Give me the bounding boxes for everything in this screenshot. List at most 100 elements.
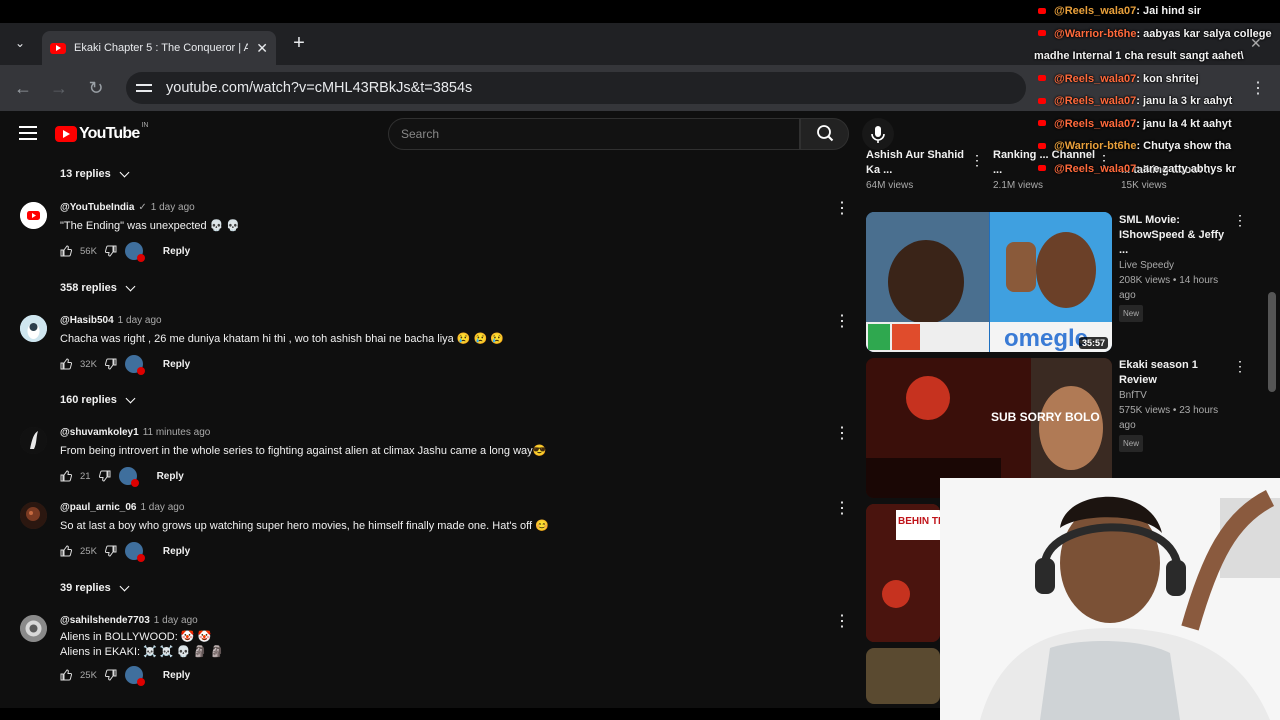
like-icon[interactable]: [60, 669, 72, 681]
replies-toggle[interactable]: 39 replies: [60, 581, 130, 594]
video-menu-icon[interactable]: ⋮: [1233, 358, 1247, 375]
video-menu-icon[interactable]: ⋮: [970, 152, 984, 169]
hamburger-menu-icon[interactable]: [19, 126, 37, 140]
video-meta: 575K views • 23 hours ago: [1119, 405, 1219, 431]
comment-author[interactable]: @shuvamkoley1: [60, 427, 139, 438]
reload-icon[interactable]: ↻: [83, 75, 109, 101]
voice-search-button[interactable]: [862, 118, 894, 150]
browser-tab[interactable]: Ekaki Chapter 5 : The Conqueror | Ash ✕: [42, 31, 276, 65]
chat-user: @Reels_wala07: [1054, 5, 1137, 17]
video-meta: 208K views • 14 hours ago: [1119, 275, 1219, 301]
chat-user: @Reels_wala07: [1054, 117, 1137, 130]
comment-time[interactable]: 1 day ago: [118, 315, 162, 326]
comment-author[interactable]: @sahilshende7703: [60, 615, 150, 626]
comment-menu-icon[interactable]: ⋮: [834, 613, 850, 631]
country-code: IN: [141, 122, 149, 129]
replies-toggle[interactable]: 13 replies: [60, 167, 130, 180]
video-menu-icon[interactable]: ⋮: [1233, 212, 1247, 229]
sidebar-video-info[interactable]: Ekaki season 1 Review BnfTV 575K views •…: [1119, 358, 1231, 452]
chat-text: : are zatty abhys kr: [1136, 162, 1236, 175]
close-icon[interactable]: ✕: [1250, 35, 1262, 52]
like-count: 25K: [80, 545, 97, 557]
video-thumbnail[interactable]: BEHIN THE SCE: [866, 504, 940, 642]
video-channel[interactable]: Live Speedy: [1119, 258, 1231, 273]
comment-author[interactable]: @paul_arnic_06: [60, 502, 136, 513]
chat-message: @Reels_wala07: janu la 3 kr aahyt: [1032, 90, 1280, 113]
dislike-icon[interactable]: [104, 669, 117, 681]
dislike-icon[interactable]: [104, 245, 117, 257]
thumbnail-text: BEHIN THE SCE: [898, 516, 940, 527]
like-count: 25K: [80, 669, 97, 681]
video-thumbnail[interactable]: omegle 35:57: [866, 212, 1112, 352]
video-title[interactable]: SML Movie: IShowSpeed & Jeffy ...: [1119, 213, 1231, 258]
comment-time[interactable]: 1 day ago: [140, 502, 184, 513]
replies-toggle[interactable]: 160 replies: [60, 393, 136, 406]
forward-arrow-icon[interactable]: →: [46, 75, 72, 101]
like-icon[interactable]: [60, 470, 72, 482]
dislike-icon[interactable]: [104, 358, 117, 370]
reply-button[interactable]: Reply: [163, 670, 190, 681]
back-arrow-icon[interactable]: ←: [10, 75, 36, 101]
video-thumbnail[interactable]: SUB SORRY BOLO: [866, 358, 1112, 498]
reply-button[interactable]: Reply: [163, 246, 190, 257]
video-thumbnail[interactable]: [866, 648, 940, 704]
search-button[interactable]: [800, 118, 849, 150]
youtube-logo[interactable]: YouTube IN: [55, 122, 149, 143]
comment-menu-icon[interactable]: ⋮: [834, 313, 850, 331]
avatar[interactable]: [20, 315, 47, 342]
like-icon[interactable]: [60, 545, 72, 557]
new-badge: New: [1119, 305, 1144, 322]
replies-count: 13 replies: [60, 168, 111, 180]
site-settings-icon[interactable]: [136, 81, 152, 95]
replies-count: 160 replies: [60, 394, 117, 406]
replies-toggle[interactable]: 358 replies: [60, 281, 136, 294]
url-text[interactable]: youtube.com/watch?v=cMHL43RBkJs&t=3854s: [166, 80, 472, 96]
scrollbar[interactable]: [1268, 292, 1276, 392]
chat-text: : janu la 3 kr aahyt: [1136, 95, 1233, 107]
sidebar-video-info[interactable]: Ashish Aur Shahid Ka ... 64M views: [866, 148, 966, 193]
sidebar-video-info[interactable]: SML Movie: IShowSpeed & Jeffy ... Live S…: [1119, 213, 1231, 322]
like-count: 56K: [80, 245, 97, 257]
chat-message: @Warrior-bt6he: Chutya show tha: [1032, 135, 1280, 158]
reply-button[interactable]: Reply: [163, 359, 190, 370]
reply-button[interactable]: Reply: [157, 471, 184, 482]
comment-text: So at last a boy who grows up watching s…: [60, 520, 549, 532]
chat-user: @Reels_wala07: [1054, 162, 1137, 175]
chat-text: : janu la 4 kt aahyt: [1136, 117, 1232, 130]
avatar[interactable]: [20, 615, 47, 642]
video-title[interactable]: Ashish Aur Shahid Ka ...: [866, 148, 966, 178]
comment-time[interactable]: 11 minutes ago: [143, 427, 211, 438]
bottom-strip: [0, 708, 940, 720]
chevron-down-icon: [119, 167, 130, 177]
like-count: 21: [80, 470, 91, 482]
tab-close-icon[interactable]: ✕: [256, 40, 268, 57]
omnibox[interactable]: youtube.com/watch?v=cMHL43RBkJs&t=3854s: [126, 72, 1026, 104]
comment-author[interactable]: @Hasib504: [60, 315, 114, 326]
video-views: 64M views: [866, 180, 914, 191]
comment-time[interactable]: 1 day ago: [151, 202, 195, 213]
comment-menu-icon[interactable]: ⋮: [834, 500, 850, 518]
dislike-icon[interactable]: [104, 545, 117, 557]
tab-search-dropdown-icon[interactable]: ⌄: [8, 31, 32, 55]
creator-heart-avatar: [118, 467, 139, 487]
avatar[interactable]: [20, 427, 47, 454]
replies-count: 39 replies: [60, 582, 111, 594]
comment-menu-icon[interactable]: ⋮: [834, 425, 850, 443]
avatar[interactable]: [20, 502, 47, 529]
comment-author[interactable]: @YouTubeIndia: [60, 202, 134, 213]
creator-heart-avatar: [124, 242, 145, 262]
new-tab-icon[interactable]: +: [288, 33, 310, 55]
dislike-icon[interactable]: [98, 470, 111, 482]
search-input[interactable]: Search: [388, 118, 800, 150]
youtube-wordmark: YouTube: [79, 125, 140, 142]
like-icon[interactable]: [60, 245, 72, 257]
comment-menu-icon[interactable]: ⋮: [834, 200, 850, 218]
microphone-icon: [871, 126, 885, 143]
video-title[interactable]: Ekaki season 1 Review: [1119, 358, 1231, 388]
like-icon[interactable]: [60, 358, 72, 370]
live-chat-overlay: @Reels_wala07: Jai hind sir @Warrior-bt6…: [1032, 0, 1280, 175]
comment-time[interactable]: 1 day ago: [154, 615, 198, 626]
video-channel[interactable]: BnfTV: [1119, 388, 1231, 403]
reply-button[interactable]: Reply: [163, 546, 190, 557]
avatar[interactable]: [20, 202, 47, 229]
